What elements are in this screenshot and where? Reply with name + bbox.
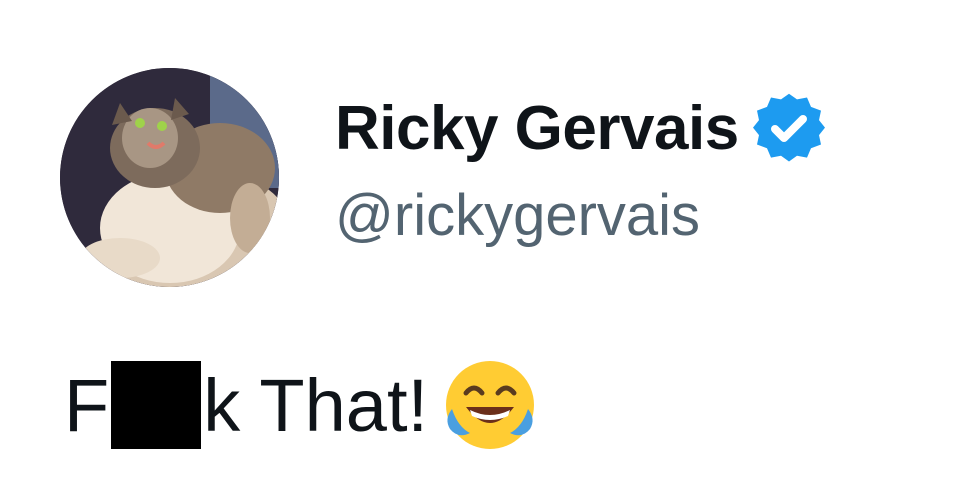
display-name[interactable]: Ricky Gervais (335, 93, 739, 164)
author-handle[interactable]: @rickygervais (335, 182, 700, 249)
face-with-tears-of-joy-emoji (442, 357, 538, 453)
avatar[interactable] (60, 68, 279, 287)
tweet-text: F k That! (64, 360, 538, 450)
tweet-text-prefix: F (64, 363, 110, 447)
tweet-text-suffix: k That! (203, 363, 429, 447)
redaction-block (111, 361, 202, 449)
author-name-row: Ricky Gervais (335, 88, 825, 168)
cat-photo (60, 68, 279, 287)
verified-badge-icon[interactable] (752, 92, 825, 164)
